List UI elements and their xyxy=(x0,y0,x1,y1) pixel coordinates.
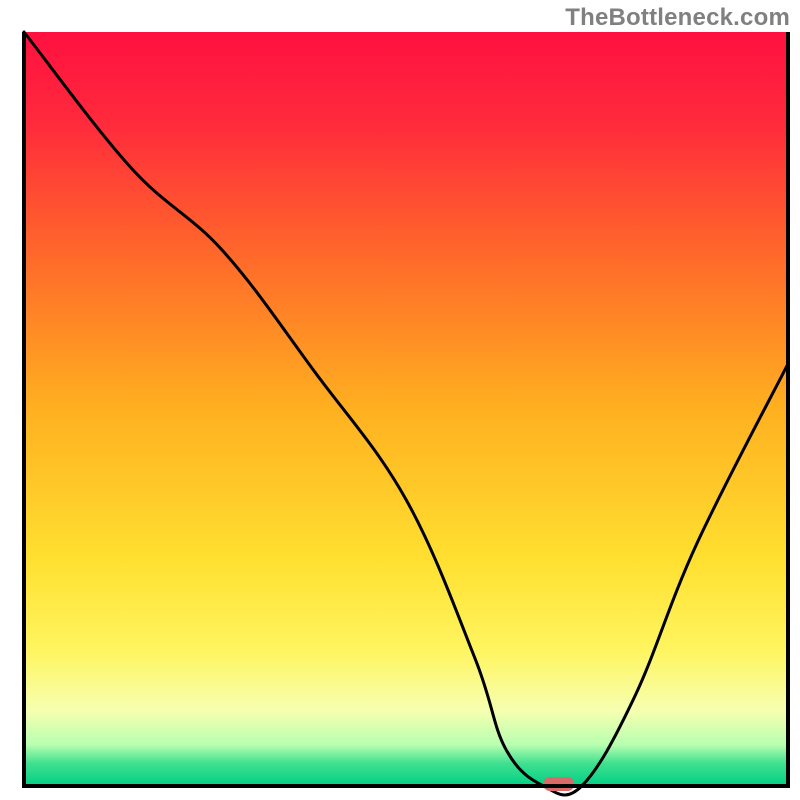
watermark-label: TheBottleneck.com xyxy=(565,4,790,32)
bottleneck-chart xyxy=(0,0,800,800)
plot-background xyxy=(24,32,788,786)
chart-container: TheBottleneck.com xyxy=(0,0,800,800)
